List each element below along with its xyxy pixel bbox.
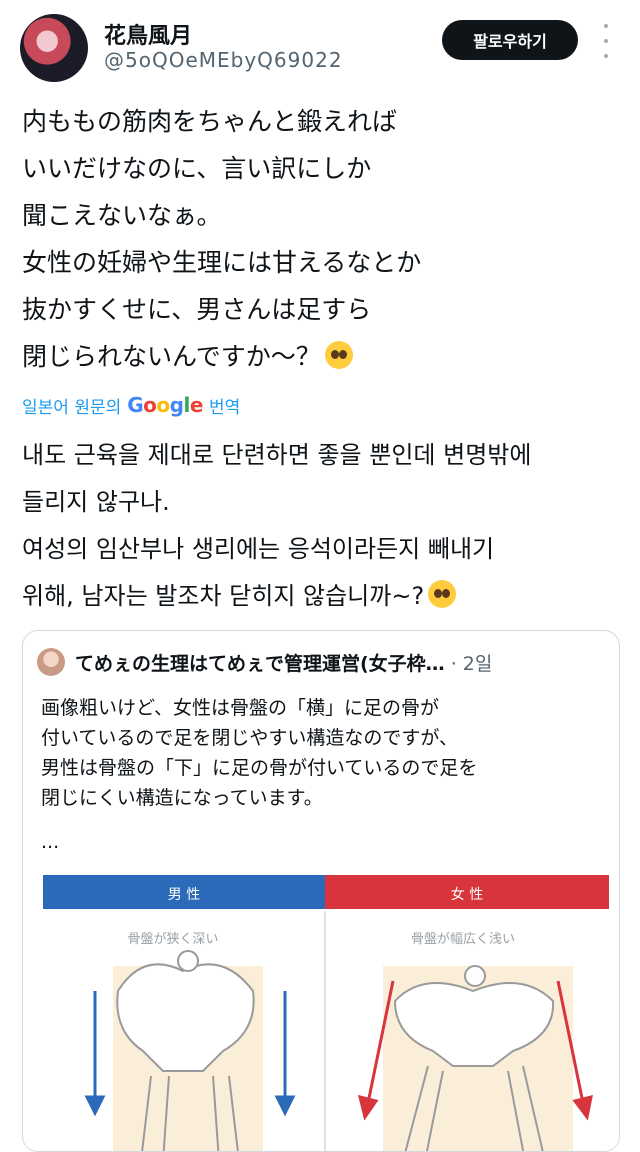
translated-text: 내도 근육을 제대로 단련하면 좋을 뿐인데 변명밖에 들리지 않구나. 여성의… [22, 432, 622, 620]
tweet-line: 聞こえないなぁ。 [22, 201, 222, 230]
pleading-face-icon [428, 580, 457, 608]
quoted-line: 付いているので足を閉じやすい構造なのですが、 [41, 727, 459, 749]
tweet-line: いいだけなのに、言い訳にしか [22, 154, 372, 183]
quoted-line: 閉じにくい構造になっています。 [41, 787, 323, 809]
quoted-ellipsis: ... [41, 831, 60, 853]
translate-link[interactable]: 일본어 원문의 Google 번역 [22, 391, 240, 419]
male-header-text: 男 性 [168, 887, 200, 903]
author-handle[interactable]: @5oQOeMEbyQ69022 [104, 48, 343, 72]
translated-line: 들리지 않구나. [22, 488, 170, 516]
translated-line-last: 위해, 남자는 발조차 닫히지 않습니까~? [22, 573, 622, 620]
translated-line: 여성의 임산부나 생리에는 응석이라든지 빼내기 [22, 535, 495, 563]
quoted-author-name: てめぇの生理はてめぇで管理運営(女子枠… [75, 652, 445, 675]
quoted-author-avatar [37, 648, 65, 676]
male-caption: 骨盤が狭く深い [127, 932, 218, 947]
more-options-icon[interactable] [596, 24, 616, 58]
quoted-line: 画像粗いけど、女性は骨盤の「横」に足の骨が [41, 697, 440, 719]
quoted-image[interactable]: 男 性 女 性 骨盤が狭く深い 骨盤が幅広く浅い [23, 871, 619, 1151]
translate-prefix: 일본어 원문의 [22, 397, 122, 418]
tweet-header: 花鳥風月 @5oQOeMEbyQ69022 팔로우하기 [0, 0, 640, 92]
female-caption: 骨盤が幅広く浅い [411, 932, 515, 947]
translated-line: 내도 근육을 제대로 단련하면 좋을 뿐인데 변명밖에 [22, 441, 532, 469]
tweet-text: 内ももの筋肉をちゃんと鍛えれば いいだけなのに、言い訳にしか 聞こえないなぁ。 … [22, 98, 622, 380]
female-header-text: 女 性 [451, 886, 483, 903]
translate-suffix: 번역 [208, 397, 241, 418]
quoted-tweet-header: てめぇの生理はてめぇで管理運営(女子枠… · 2일 [37, 647, 607, 677]
quoted-line: 男性は骨盤の「下」に足の骨が付いているので足を [41, 757, 478, 779]
tweet-line-text: 閉じられないんですか〜？ [22, 342, 321, 371]
tweet-line: 内ももの筋肉をちゃんと鍛えれば [22, 107, 398, 136]
quoted-timestamp: · 2일 [450, 652, 493, 675]
google-logo-icon: Google [127, 393, 203, 417]
tweet-line-last: 閉じられないんですか〜？ [22, 333, 622, 380]
author-display-name[interactable]: 花鳥風月 [104, 18, 192, 50]
quoted-tweet[interactable]: てめぇの生理はてめぇで管理運営(女子枠… · 2일 画像粗いけど、女性は骨盤の「… [22, 630, 620, 1152]
tweet-line: 抜かすくせに、男さんは足すら [22, 295, 372, 324]
author-avatar[interactable] [20, 14, 88, 82]
pleading-face-icon [324, 341, 353, 369]
pelvis-comparison-image: 男 性 女 性 骨盤が狭く深い 骨盤が幅広く浅い [23, 871, 619, 1151]
follow-button[interactable]: 팔로우하기 [442, 20, 578, 60]
quoted-tweet-text: 画像粗いけど、女性は骨盤の「横」に足の骨が 付いているので足を閉じやすい構造なの… [41, 693, 611, 813]
translated-line-text: 위해, 남자는 발조차 닫히지 않습니까~? [22, 582, 425, 610]
tweet-line: 女性の妊婦や生理には甘えるなとか [22, 248, 422, 277]
